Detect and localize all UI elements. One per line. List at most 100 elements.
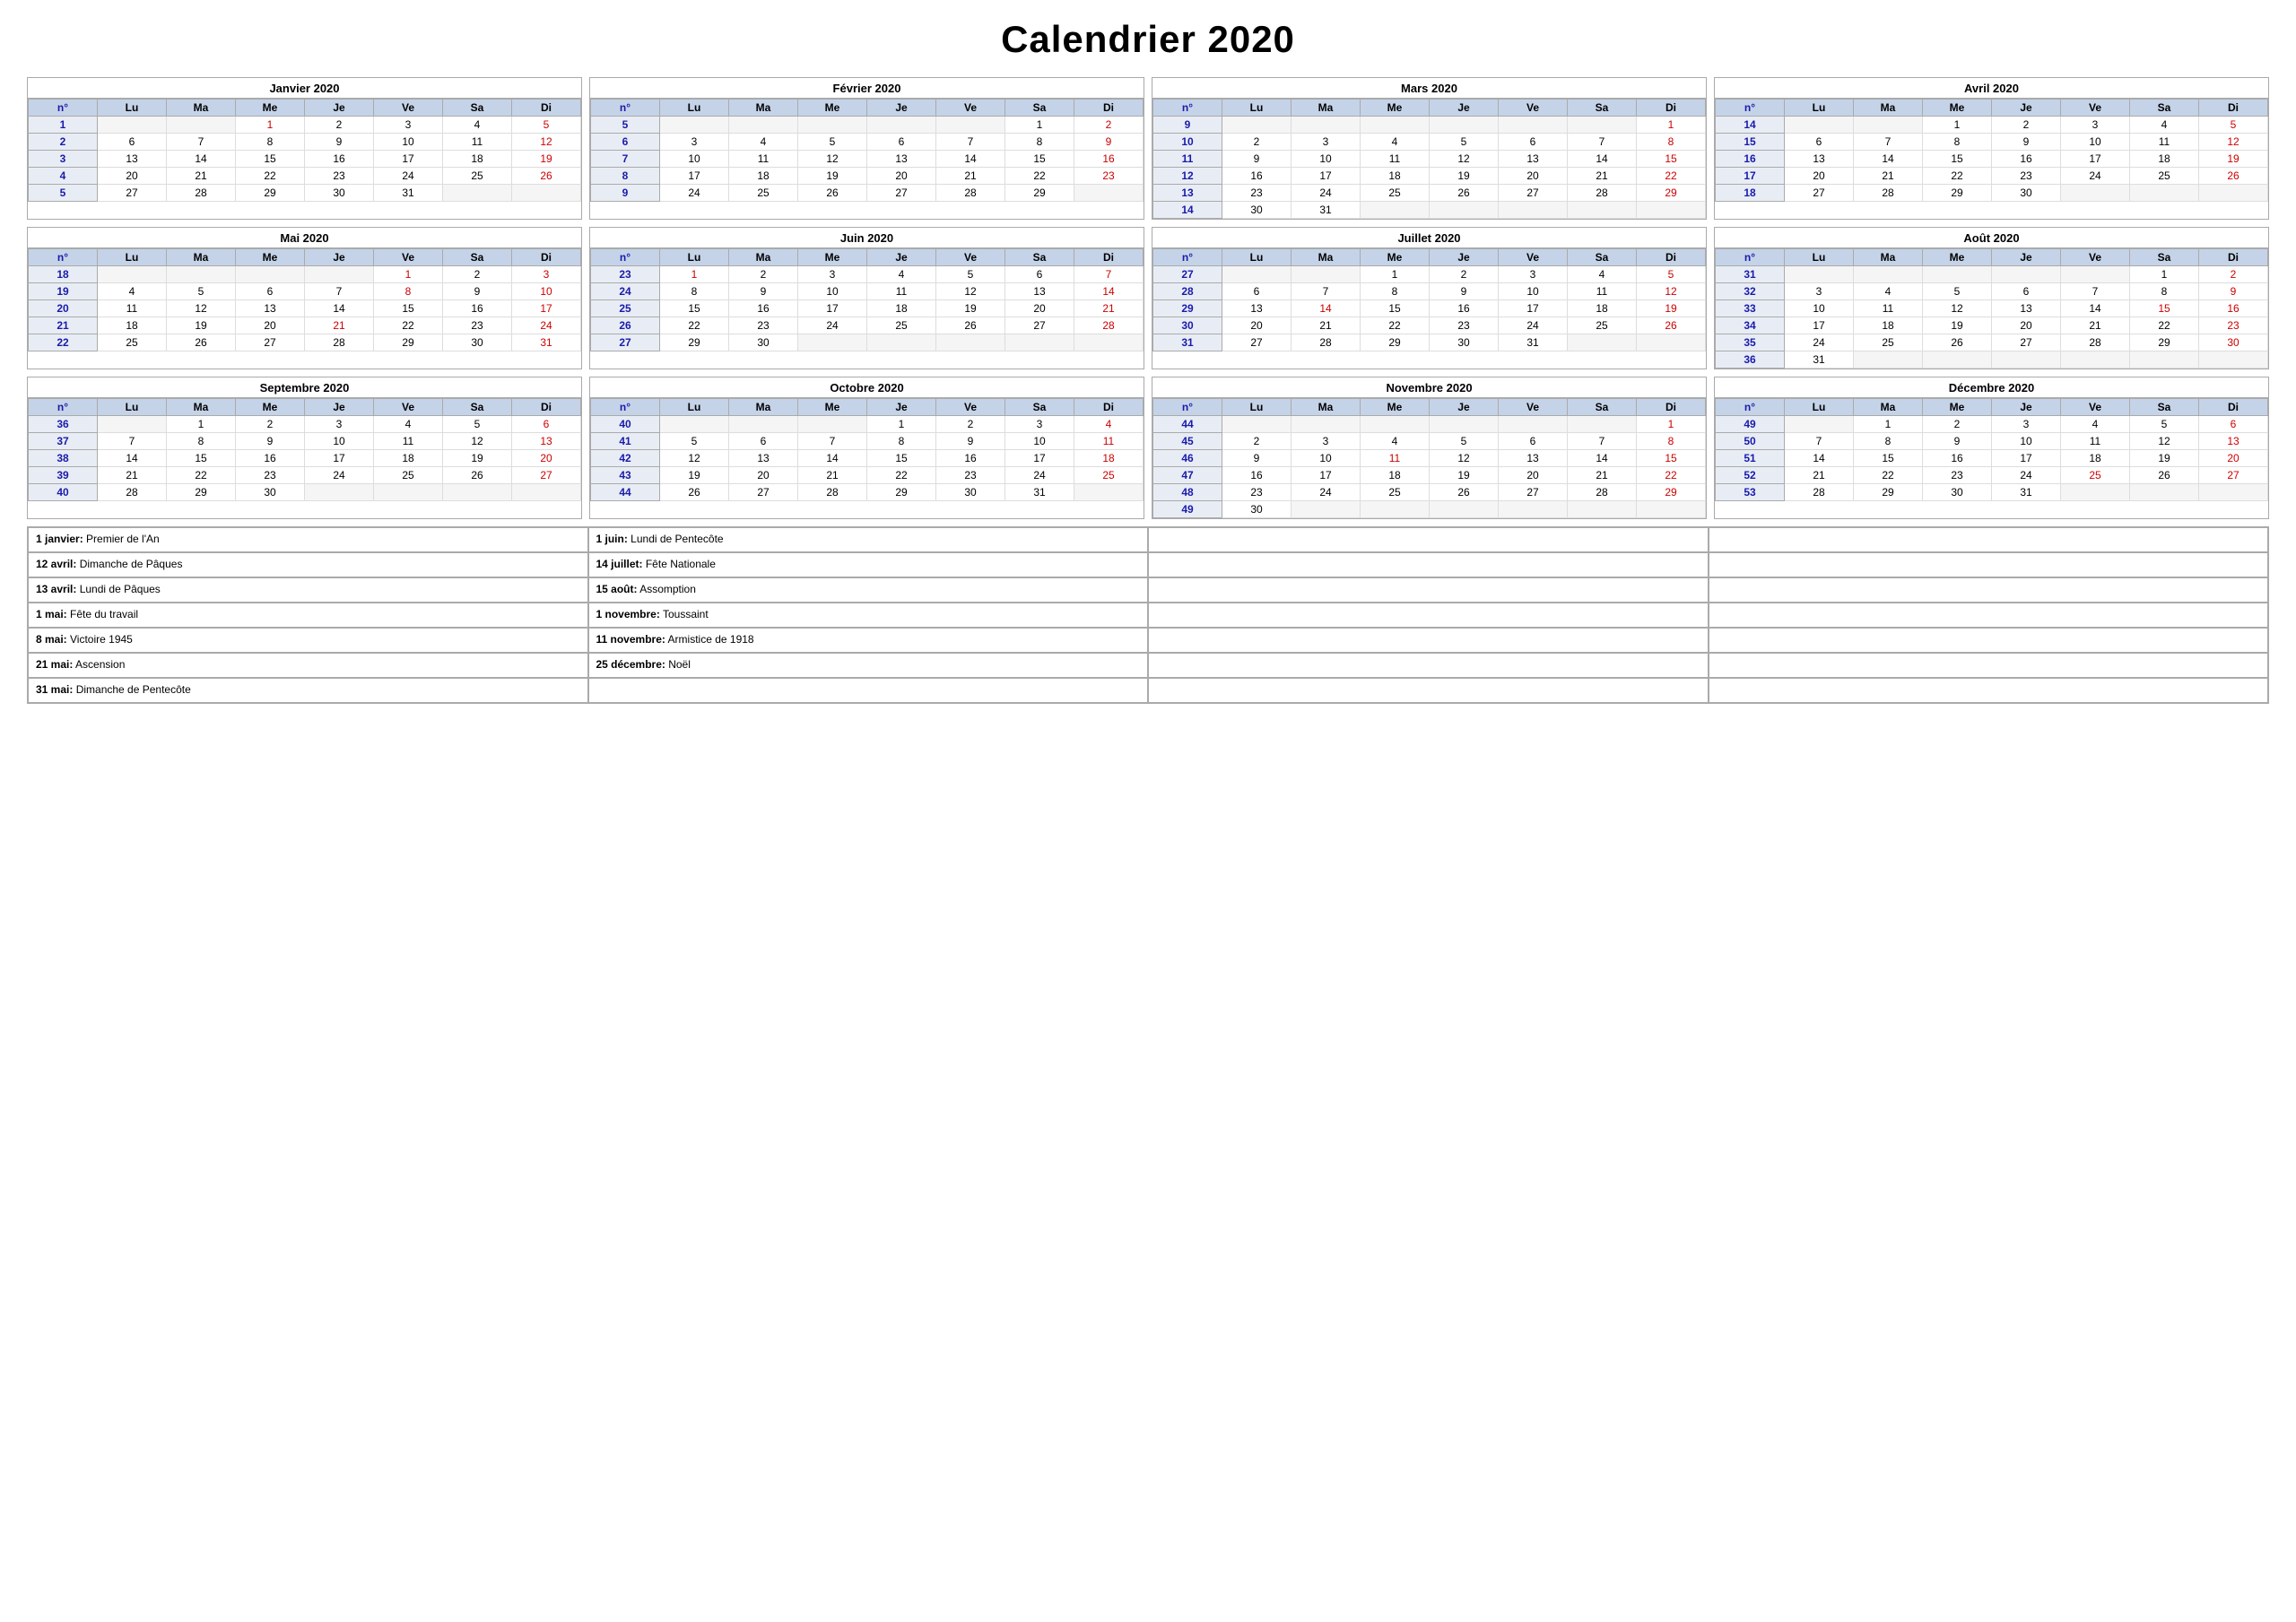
week-number: 46 (1153, 450, 1222, 467)
day-cell: 12 (1923, 300, 1992, 317)
day-cell: 8 (1361, 283, 1430, 300)
day-cell: 23 (305, 168, 374, 185)
day-header: n° (1153, 399, 1222, 416)
day-cell: 3 (374, 117, 443, 134)
day-cell (1854, 351, 1923, 369)
day-header: Sa (443, 399, 512, 416)
holiday-cell (1709, 552, 2269, 577)
month-table: n°LuMaMeJeVeSaDi231234567248910111213142… (590, 248, 1144, 351)
day-header: Lu (1785, 399, 1854, 416)
day-cell: 6 (1499, 134, 1568, 151)
day-cell: 22 (1854, 467, 1923, 484)
day-cell: 17 (660, 168, 729, 185)
day-header: Ma (1854, 100, 1923, 117)
holiday-cell (1148, 527, 1709, 552)
day-cell: 28 (936, 185, 1005, 202)
day-cell: 4 (1361, 134, 1430, 151)
holiday-cell: 1 novembre: Toussaint (588, 603, 1149, 628)
month-title: Juillet 2020 (1152, 228, 1706, 248)
day-header: n° (1153, 249, 1222, 266)
holiday-row: 1 janvier: Premier de l'An1 juin: Lundi … (28, 527, 2268, 552)
week-number: 8 (591, 168, 660, 185)
day-cell (1637, 334, 1706, 351)
day-cell: 27 (1005, 317, 1074, 334)
day-cell: 11 (1074, 433, 1144, 450)
month-table: n°LuMaMeJeVeSaDi311232345678933101112131… (1715, 248, 2268, 369)
day-header: n° (591, 399, 660, 416)
week-number: 43 (591, 467, 660, 484)
holiday-cell (1709, 678, 2269, 703)
day-cell (1074, 185, 1144, 202)
day-cell: 23 (2199, 317, 2268, 334)
day-cell: 24 (374, 168, 443, 185)
week-number: 28 (1153, 283, 1222, 300)
week-number: 39 (29, 467, 98, 484)
day-cell: 3 (1785, 283, 1854, 300)
day-cell: 22 (1923, 168, 1992, 185)
day-cell: 29 (1361, 334, 1430, 351)
month-title: Juin 2020 (590, 228, 1144, 248)
day-cell: 10 (798, 283, 867, 300)
month-block: Août 2020n°LuMaMeJeVeSaDi311232345678933… (1714, 227, 2269, 369)
day-cell: 8 (1637, 134, 1706, 151)
week-number: 44 (1153, 416, 1222, 433)
day-cell: 31 (1785, 351, 1854, 369)
day-header: Ma (1292, 249, 1361, 266)
day-cell: 9 (236, 433, 305, 450)
day-cell: 25 (1074, 467, 1144, 484)
day-cell (2061, 351, 2130, 369)
day-header: n° (591, 100, 660, 117)
holiday-row: 31 mai: Dimanche de Pentecôte (28, 678, 2268, 703)
day-cell (1854, 266, 1923, 283)
day-cell: 14 (167, 151, 236, 168)
day-header: Ve (1499, 100, 1568, 117)
day-cell: 29 (374, 334, 443, 351)
day-cell: 24 (1992, 467, 2061, 484)
week-number: 17 (1716, 168, 1785, 185)
day-cell (2061, 266, 2130, 283)
day-cell: 19 (660, 467, 729, 484)
day-cell (936, 334, 1005, 351)
day-cell: 17 (1992, 450, 2061, 467)
day-header: Je (867, 100, 936, 117)
day-cell: 2 (1222, 433, 1292, 450)
holiday-cell: 11 novembre: Armistice de 1918 (588, 628, 1149, 653)
day-cell: 9 (305, 134, 374, 151)
week-number: 38 (29, 450, 98, 467)
day-cell: 24 (1785, 334, 1854, 351)
day-cell: 2 (236, 416, 305, 433)
day-cell: 28 (1292, 334, 1361, 351)
day-cell (2130, 484, 2199, 501)
day-cell: 9 (729, 283, 798, 300)
day-cell (1992, 266, 2061, 283)
day-cell (660, 416, 729, 433)
day-cell: 4 (729, 134, 798, 151)
day-cell: 10 (305, 433, 374, 450)
day-cell: 13 (1785, 151, 1854, 168)
month-title: Septembre 2020 (28, 377, 581, 398)
day-cell: 25 (2130, 168, 2199, 185)
day-cell: 23 (729, 317, 798, 334)
day-cell: 23 (1222, 185, 1292, 202)
day-cell: 2 (2199, 266, 2268, 283)
day-cell: 10 (1292, 450, 1361, 467)
day-cell (1430, 202, 1499, 219)
day-cell: 25 (1568, 317, 1637, 334)
day-header: Di (1637, 100, 1706, 117)
day-cell: 14 (1785, 450, 1854, 467)
week-number: 10 (1153, 134, 1222, 151)
day-cell (374, 484, 443, 501)
day-cell: 19 (2199, 151, 2268, 168)
week-number: 27 (1153, 266, 1222, 283)
day-header: Di (512, 249, 581, 266)
page-title: Calendrier 2020 (27, 18, 2269, 61)
day-cell: 18 (1361, 168, 1430, 185)
day-cell: 3 (1005, 416, 1074, 433)
week-number: 2 (29, 134, 98, 151)
day-cell: 18 (1074, 450, 1144, 467)
day-header: Lu (98, 249, 167, 266)
day-cell: 1 (167, 416, 236, 433)
day-cell: 24 (798, 317, 867, 334)
week-number: 33 (1716, 300, 1785, 317)
day-cell: 9 (1074, 134, 1144, 151)
